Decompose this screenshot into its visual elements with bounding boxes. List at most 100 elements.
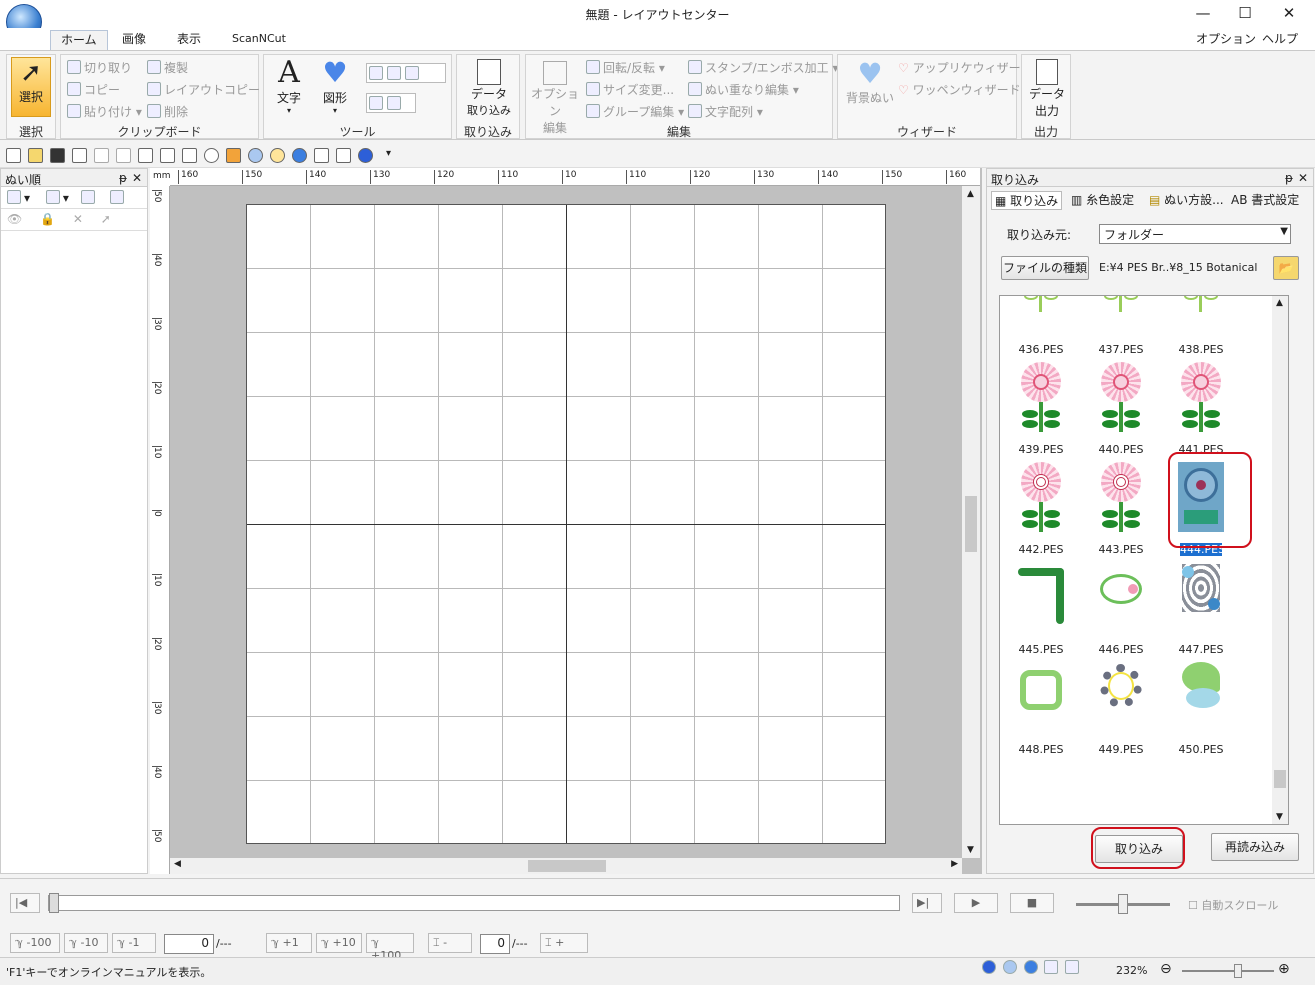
hoop-icon[interactable] [109, 190, 124, 204]
outline-view-icon[interactable] [1023, 960, 1038, 974]
help-icon[interactable] [204, 148, 219, 163]
text-array-button[interactable]: 文字配列 ▾ [688, 103, 763, 120]
customize-toolbar-icon[interactable]: ▾ [386, 148, 391, 159]
stop-button[interactable]: ■ [1010, 893, 1054, 913]
zoom-fit-icon[interactable] [405, 66, 419, 80]
file-item[interactable]: 436.PES [1006, 296, 1076, 356]
sort-icon[interactable] [45, 190, 60, 204]
grid-view-icon[interactable] [1044, 960, 1059, 974]
color-next-button[interactable]: ⌶ + [540, 933, 588, 953]
x-icon[interactable]: ✕ [73, 212, 83, 226]
applique-wizard-button[interactable]: ♡ アップリケウィザード [898, 59, 1033, 76]
scroll-thumb[interactable] [1274, 770, 1286, 788]
eye-icon[interactable]: 👁 [7, 212, 22, 226]
close-panel-icon[interactable]: ✕ [1298, 171, 1308, 185]
play-button[interactable]: ▶ [954, 893, 998, 913]
zoom-out-icon[interactable]: ⊖ [1160, 961, 1172, 977]
color-order-icon[interactable] [80, 190, 95, 204]
zoom-slider[interactable] [1182, 964, 1274, 978]
ruler-icon[interactable] [387, 96, 401, 110]
zoom-out-icon[interactable] [387, 66, 401, 80]
step-forward-10-button[interactable]: ℽ +10 [316, 933, 362, 953]
realistic-view-icon[interactable] [138, 148, 153, 163]
file-item[interactable]: 447.PES [1166, 556, 1236, 656]
go-last-button[interactable]: ▶| [912, 893, 942, 913]
step-back-10-button[interactable]: ℽ -10 [64, 933, 108, 953]
copy-button[interactable]: コピー [67, 81, 120, 98]
new-file-icon[interactable] [6, 148, 21, 163]
realistic-view-icon[interactable] [1002, 960, 1017, 974]
canvas-horizontal-scrollbar[interactable]: ◀ ▶ [170, 858, 962, 874]
preview-icon[interactable] [270, 148, 285, 163]
cursor-icon[interactable]: ➚ [101, 212, 111, 226]
close-button[interactable]: ✕ [1274, 4, 1304, 24]
paste-button[interactable]: 貼り付け ▾ [67, 103, 142, 120]
group-edit-button[interactable]: グループ編集 ▾ [586, 103, 684, 120]
background-sew-button[interactable]: ♥ 背景ぬい [842, 59, 898, 106]
step-forward-100-button[interactable]: ℽ +100 [366, 933, 414, 962]
scroll-thumb-h[interactable] [528, 860, 606, 872]
color-prev-button[interactable]: ⌶ - [428, 933, 472, 953]
file-list-scrollbar[interactable]: ▲ ▼ [1272, 296, 1288, 824]
step-forward-1-button[interactable]: ℽ +1 [266, 933, 312, 953]
file-item[interactable]: 446.PES [1086, 556, 1156, 656]
reload-button[interactable]: 再読み込み [1211, 833, 1299, 861]
maximize-button[interactable]: ☐ [1230, 4, 1260, 24]
fit-icon[interactable] [7, 190, 21, 204]
browse-folder-button[interactable]: 📂 [1273, 256, 1299, 280]
file-item[interactable]: 437.PES [1086, 296, 1156, 356]
embroidery-hoop[interactable] [246, 204, 886, 844]
minimize-button[interactable]: — [1188, 4, 1218, 24]
lock-icon[interactable]: 🔒 [40, 212, 55, 226]
print-preview-icon[interactable] [314, 148, 329, 163]
stitch-view-icon[interactable] [982, 960, 996, 974]
design-property-icon[interactable] [248, 148, 263, 163]
speed-thumb[interactable] [1118, 894, 1128, 914]
file-type-button[interactable]: ファイルの種類 [1001, 256, 1089, 280]
delete-button[interactable]: 削除 [147, 103, 188, 120]
stitch-index-input[interactable]: 0 [164, 934, 214, 954]
file-item[interactable]: 443.PES [1086, 456, 1156, 556]
shape-tool-button[interactable]: ♥ 図形 ▾ [316, 57, 354, 116]
thread-icon[interactable] [358, 148, 373, 163]
layers-icon[interactable] [182, 148, 197, 163]
hand-icon[interactable] [369, 96, 383, 110]
color-index-input[interactable]: 0 [480, 934, 510, 954]
step-back-100-button[interactable]: ℽ -100 [10, 933, 60, 953]
pin-icon[interactable]: ᵽ [119, 171, 127, 185]
file-item[interactable]: 445.PES [1006, 556, 1076, 656]
patch-wizard-button[interactable]: ♡ ワッペンウィザード [898, 81, 1021, 98]
zoom-icon[interactable] [72, 148, 87, 163]
zoom-thumb[interactable] [1234, 964, 1242, 978]
file-item[interactable]: 438.PES [1166, 296, 1236, 356]
auto-scroll-checkbox[interactable]: ☐ 自動スクロール [1188, 897, 1278, 913]
canvas-vertical-scrollbar[interactable]: ▲ ▼ [962, 186, 980, 858]
page-view-icon[interactable] [160, 148, 175, 163]
tab-text-format[interactable]: AB 書式設定 [1231, 191, 1299, 208]
stamp-emboss-button[interactable]: スタンプ/エンボス加工 ▾ [688, 59, 839, 76]
tab-sew-type[interactable]: ▤ ぬい方設... [1149, 191, 1224, 208]
file-item[interactable]: 448.PES [1006, 656, 1076, 756]
settings-icon[interactable] [336, 148, 351, 163]
redo-icon[interactable] [116, 148, 131, 163]
go-first-button[interactable]: |◀ [10, 893, 40, 913]
help-menu[interactable]: ヘルプ [1252, 30, 1308, 50]
zoom-in-icon[interactable] [369, 66, 383, 80]
file-item[interactable]: 441.PES [1166, 356, 1236, 456]
save-icon[interactable] [50, 148, 65, 163]
file-item[interactable]: 449.PES [1086, 656, 1156, 756]
speed-slider[interactable] [1076, 894, 1170, 914]
text-tool-button[interactable]: A 文字 ▾ [272, 57, 306, 116]
blue-circle-icon[interactable] [292, 148, 307, 163]
file-thumbnail-list[interactable]: ▲ ▼ 436.PES 437.PES 438.PES 439.PES 440.PES 4… [999, 295, 1289, 825]
open-folder-icon[interactable] [28, 148, 43, 163]
file-item[interactable]: 442.PES [1006, 456, 1076, 556]
tab-image[interactable]: 画像 [112, 30, 156, 50]
zoom-in-icon[interactable]: ⊕ [1278, 961, 1290, 977]
page-icon[interactable] [1065, 960, 1080, 974]
undo-icon[interactable] [94, 148, 109, 163]
data-import-button[interactable]: データ 取り込み [461, 59, 517, 118]
duplicate-button[interactable]: 複製 [147, 59, 188, 76]
tab-scanncut[interactable]: ScanNCut [222, 30, 296, 50]
select-button[interactable]: ➚ 選択 [11, 57, 51, 117]
